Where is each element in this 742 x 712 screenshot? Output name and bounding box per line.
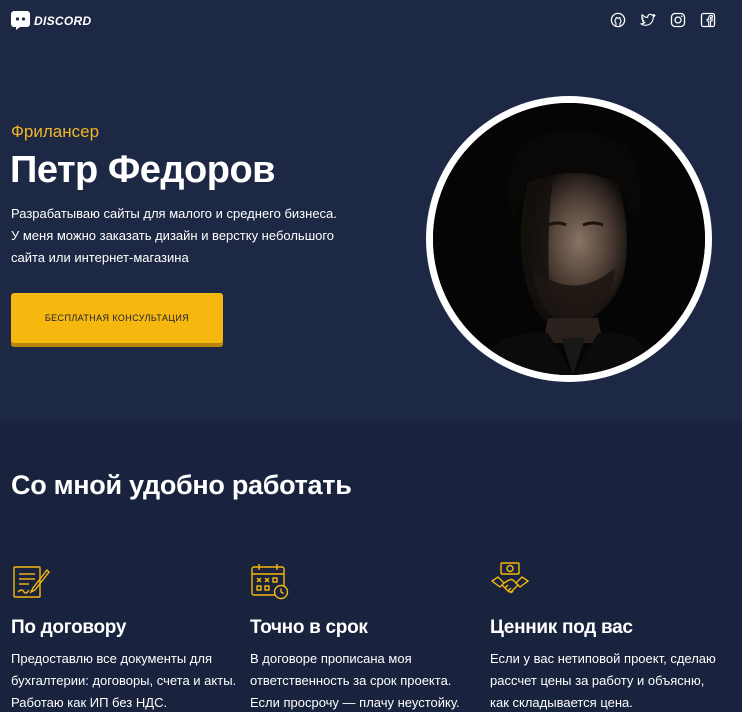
feature-deadline: Точно в срок В договоре прописана моя от… — [250, 561, 480, 712]
feature-price-text: Если у вас нетиповой проект, сделаю расс… — [490, 651, 716, 710]
instagram-link[interactable] — [670, 12, 686, 28]
portrait-photo — [433, 103, 705, 375]
feature-price-title: Ценник под вас — [490, 617, 633, 638]
hero-name: Петр Федоров — [10, 149, 276, 191]
feature-deadline-title: Точно в срок — [250, 617, 368, 638]
social-links — [610, 12, 716, 28]
features-section: Со мной удобно работать По договору Пред… — [0, 421, 742, 712]
calendar-deadline-icon — [250, 561, 290, 601]
instagram-icon — [670, 12, 686, 28]
portrait-frame — [426, 96, 712, 382]
github-link[interactable] — [610, 12, 626, 28]
feature-contract: По договору Предоставлю все документы дл… — [11, 561, 241, 712]
hero-eyebrow: Фрилансер — [11, 122, 100, 141]
site-header: DISCORD — [0, 0, 742, 44]
handshake-price-icon — [490, 561, 530, 601]
feature-deadline-text: В договоре прописана моя ответственность… — [250, 651, 460, 710]
discord-logo-icon — [11, 11, 30, 30]
logo-text: DISCORD — [34, 13, 92, 28]
feature-contract-text: Предоставлю все документы для бухгалтери… — [11, 651, 237, 710]
hero-section: DISCORD Фрилансер Петр Федоров Разрабаты… — [0, 0, 742, 421]
twitter-icon — [640, 12, 656, 28]
contract-icon — [11, 561, 51, 601]
github-icon — [610, 12, 626, 28]
feature-contract-title: По договору — [11, 617, 127, 638]
hero-lead: Разрабатываю сайты для малого и среднего… — [11, 206, 337, 265]
logo-link[interactable]: DISCORD — [11, 11, 91, 30]
feature-price: Ценник под вас Если у вас нетиповой прое… — [490, 561, 720, 712]
facebook-icon — [700, 12, 716, 28]
free-consultation-button[interactable]: БЕСПЛАТНАЯ КОНСУЛЬТАЦИЯ — [11, 293, 223, 343]
facebook-link[interactable] — [700, 12, 716, 28]
twitter-link[interactable] — [640, 12, 656, 28]
features-title: Со мной удобно работать — [11, 470, 352, 500]
